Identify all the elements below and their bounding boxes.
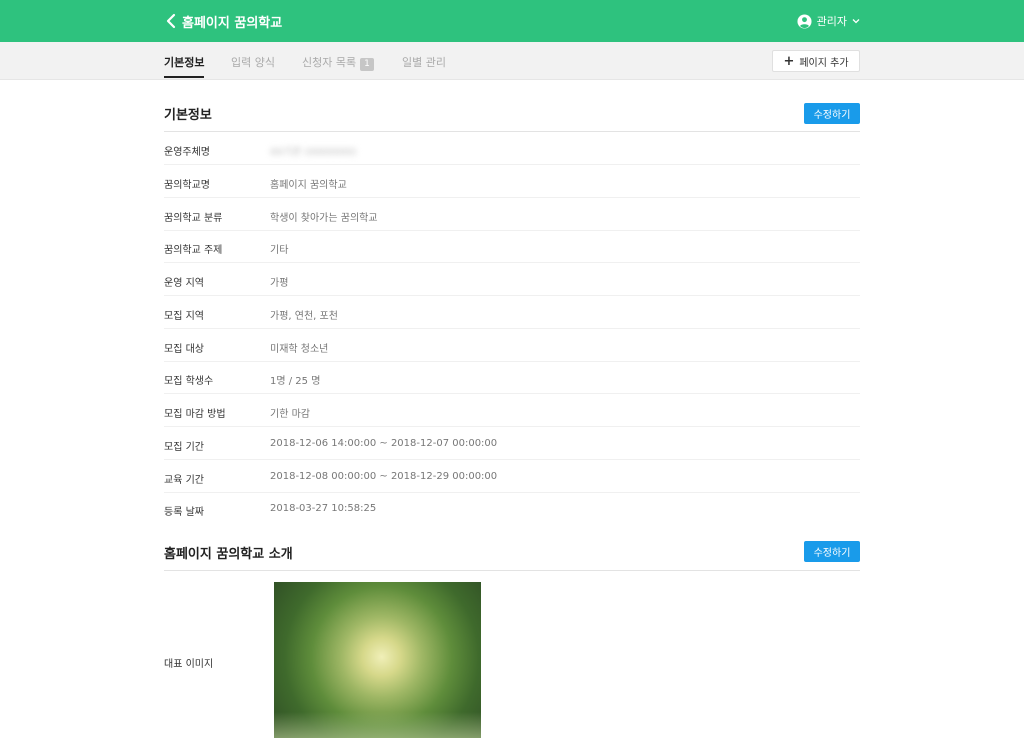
- basic-info-edit-button[interactable]: 수정하기: [804, 103, 860, 124]
- row-value: 2018-12-08 00:00:00 ~ 2018-12-29 00:00:0…: [270, 471, 498, 482]
- row-label: 운영 지역: [164, 278, 204, 289]
- chevron-down-icon: [852, 17, 860, 25]
- info-row: 등록 날짜 2018-03-27 10:58:25: [164, 492, 860, 525]
- info-row: 모집 기간 2018-12-06 14:00:00 ~ 2018-12-07 00…: [164, 427, 860, 460]
- back-arrow-icon[interactable]: [162, 11, 182, 31]
- row-label: 모집 기간: [164, 442, 204, 453]
- tab-daily-management[interactable]: 일별 관리: [402, 54, 446, 70]
- info-row: 꿈의학교명 홈페이지 꿈의학교: [164, 165, 860, 198]
- info-row: 모집 지역 가평, 연천, 포천: [164, 296, 860, 329]
- add-page-label: 페이지 추가: [799, 57, 849, 69]
- info-row: 모집 마감 방법 기한 마감: [164, 394, 860, 427]
- row-value: 기한 마감: [270, 409, 310, 420]
- row-value: 가평, 연천, 포천: [270, 311, 338, 322]
- row-label: 모집 대상: [164, 344, 204, 355]
- info-row: 모집 대상 미재학 청소년: [164, 329, 860, 362]
- row-label: 교육 기간: [164, 475, 204, 486]
- basic-info-heading: 기본정보: [164, 108, 212, 123]
- plus-icon: +: [783, 53, 795, 69]
- row-label: 꿈의학교명: [164, 180, 210, 191]
- info-row: 꿈의학교 분류 학생이 찾아가는 꿈의학교: [164, 198, 860, 231]
- row-value: 2018-03-27 10:58:25: [270, 503, 377, 514]
- intro-heading: 홈페이지 꿈의학교 소개: [164, 547, 293, 562]
- user-menu[interactable]: 관리자: [797, 13, 860, 29]
- row-value: 2018-12-06 14:00:00 ~ 2018-12-07 00:00:0…: [270, 438, 498, 449]
- tab-input-form[interactable]: 입력 양식: [231, 54, 275, 70]
- row-label: 모집 마감 방법: [164, 409, 226, 420]
- divider: [164, 570, 860, 571]
- info-row: 꿈의학교 주제 기타: [164, 230, 860, 263]
- info-row: 운영주체명 00기관 (0000000): [164, 132, 860, 165]
- add-page-button[interactable]: + 페이지 추가: [772, 50, 860, 72]
- row-label: 등록 날짜: [164, 507, 204, 518]
- tab-bar: 기본정보 입력 양식 신청자 목록 1 일별 관리 + 페이지 추가: [0, 42, 1024, 80]
- tab-label: 기본정보: [164, 56, 205, 69]
- row-label: 운영주체명: [164, 147, 210, 158]
- row-label: 모집 지역: [164, 311, 204, 322]
- top-bar: 홈페이지 꿈의학교 관리자: [0, 0, 1024, 42]
- user-name: 관리자: [816, 15, 847, 28]
- tab-label: 일별 관리: [402, 56, 446, 69]
- applicant-count-badge: 1: [360, 58, 374, 71]
- representative-image-label: 대표 이미지: [164, 659, 214, 670]
- representative-image: [274, 582, 481, 738]
- tab-label: 입력 양식: [231, 56, 275, 69]
- row-value: 학생이 찾아가는 꿈의학교: [270, 213, 378, 224]
- row-value: 00기관 (0000000): [270, 147, 357, 158]
- info-row: 교육 기간 2018-12-08 00:00:00 ~ 2018-12-29 00…: [164, 460, 860, 493]
- row-value: 가평: [270, 278, 289, 289]
- row-label: 모집 학생수: [164, 376, 214, 387]
- row-value: 홈페이지 꿈의학교: [270, 180, 347, 191]
- page-title: 홈페이지 꿈의학교: [182, 16, 283, 31]
- row-value: 미재학 청소년: [270, 344, 329, 355]
- user-avatar-icon: [797, 13, 812, 29]
- tab-label: 신청자 목록: [302, 56, 357, 69]
- info-row: 운영 지역 가평: [164, 263, 860, 296]
- tab-applicant-list[interactable]: 신청자 목록 1: [302, 54, 374, 71]
- intro-edit-button[interactable]: 수정하기: [804, 541, 860, 562]
- row-label: 꿈의학교 분류: [164, 213, 223, 224]
- tab-basic-info[interactable]: 기본정보: [164, 54, 205, 78]
- row-value: 기타: [270, 245, 289, 256]
- info-row: 모집 학생수 1명 / 25 명: [164, 361, 860, 394]
- row-label: 꿈의학교 주제: [164, 245, 223, 256]
- row-value: 1명 / 25 명: [270, 376, 321, 387]
